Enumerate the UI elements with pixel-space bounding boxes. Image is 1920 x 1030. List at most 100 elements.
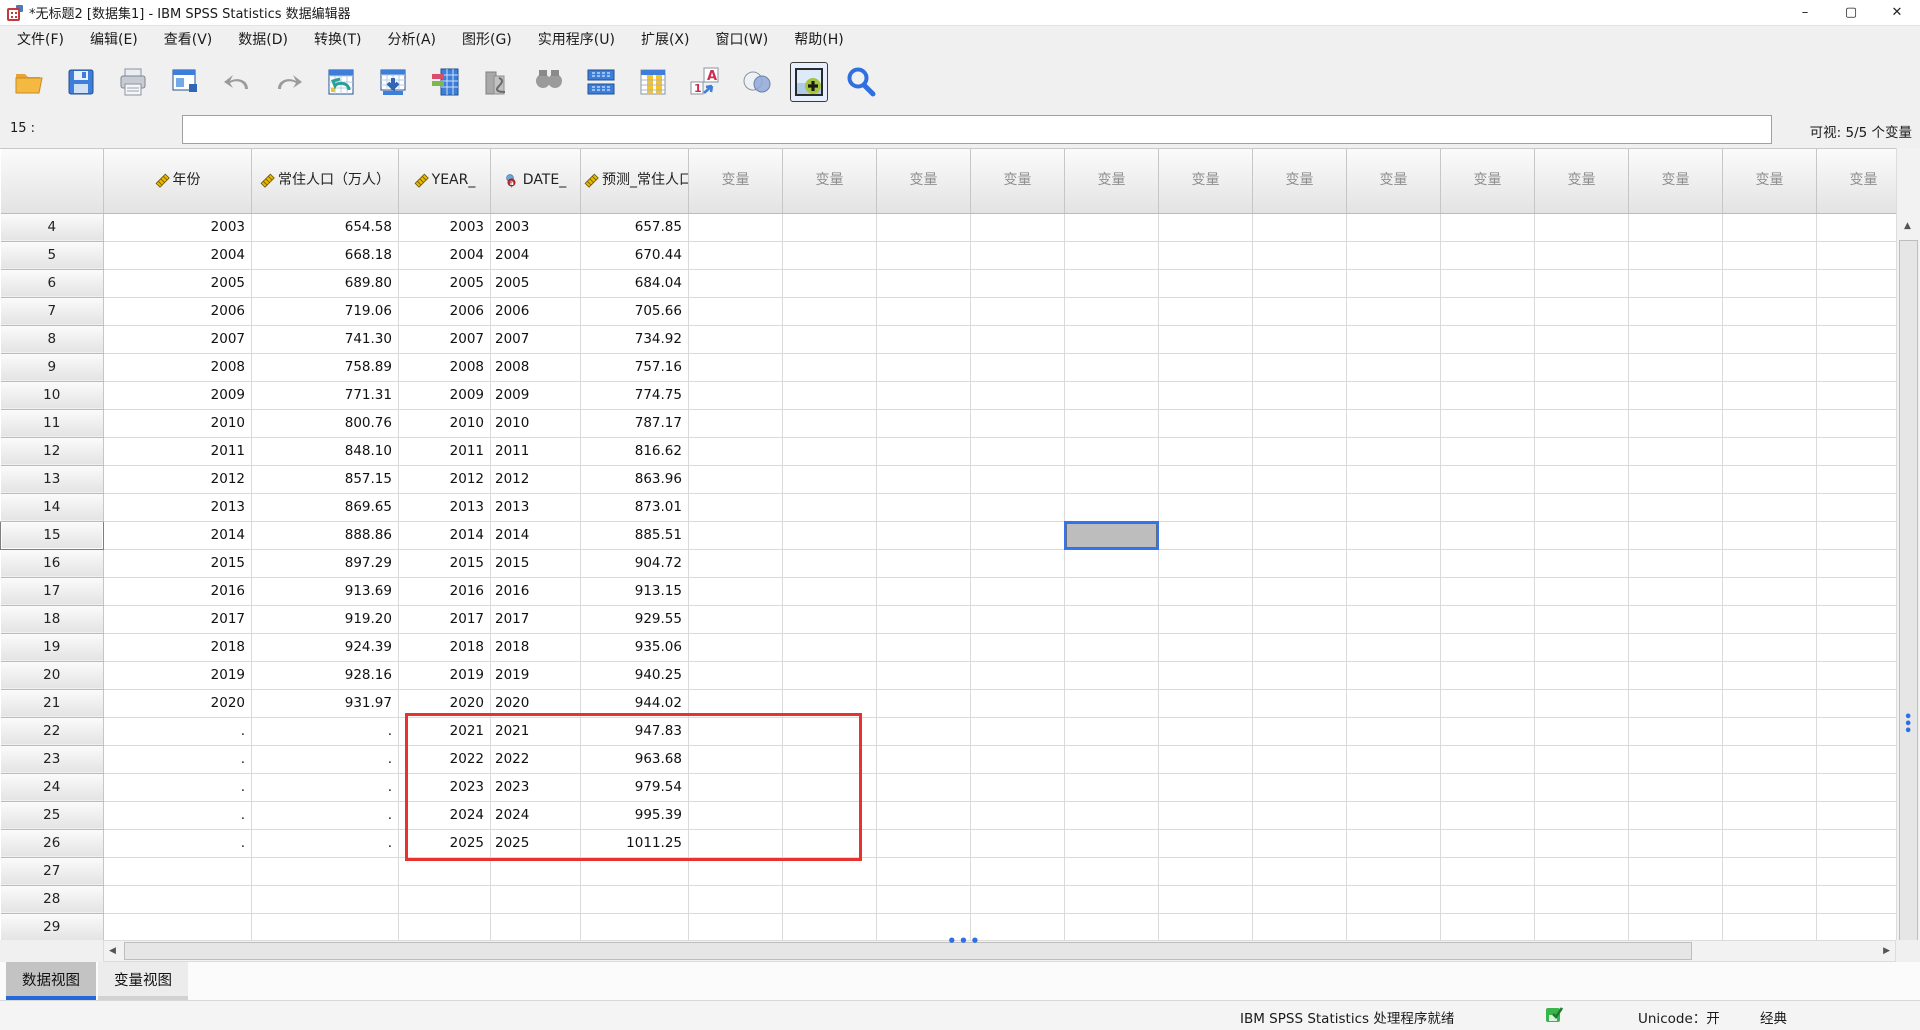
cell-empty[interactable] [782, 353, 877, 382]
cell-empty[interactable] [1534, 605, 1629, 634]
cell-empty[interactable] [876, 661, 971, 690]
cell-empty[interactable] [1346, 661, 1441, 690]
cell-empty[interactable] [782, 829, 877, 858]
cell-empty[interactable] [688, 409, 783, 438]
cell-empty[interactable] [1064, 325, 1159, 354]
cell[interactable]: 2013 [490, 493, 581, 522]
cell-empty[interactable] [1816, 465, 1896, 494]
cell[interactable]: . [251, 745, 399, 774]
cell-empty[interactable] [970, 353, 1065, 382]
cell[interactable]: 904.72 [580, 549, 689, 578]
cell-empty[interactable] [1252, 381, 1347, 410]
cell[interactable]: 2015 [398, 549, 491, 578]
use-variable-sets-icon[interactable] [790, 62, 828, 102]
cell-empty[interactable] [1816, 241, 1896, 270]
cell-empty[interactable] [1722, 857, 1817, 886]
cell-empty[interactable] [1158, 689, 1253, 718]
cell-empty[interactable] [1252, 521, 1347, 550]
cell-empty[interactable] [1440, 885, 1535, 914]
cell-empty[interactable] [1064, 857, 1159, 886]
selected-cell[interactable] [1064, 521, 1159, 550]
cell-empty[interactable] [1816, 381, 1896, 410]
cell[interactable] [251, 857, 399, 886]
cell-empty[interactable] [1816, 213, 1896, 242]
cell-empty[interactable] [1064, 241, 1159, 270]
cell[interactable]: 757.16 [580, 353, 689, 382]
cell-empty[interactable] [1346, 381, 1441, 410]
cell-empty[interactable] [1064, 381, 1159, 410]
cell-empty[interactable] [1064, 213, 1159, 242]
cell-empty[interactable] [782, 801, 877, 830]
cell-empty[interactable] [1816, 745, 1896, 774]
cell[interactable]: 2021 [490, 717, 581, 746]
cell-empty[interactable] [970, 297, 1065, 326]
menu-item[interactable]: 编辑(E) [77, 26, 151, 52]
cell-empty[interactable] [1158, 269, 1253, 298]
cell-empty[interactable] [1252, 801, 1347, 830]
row-header-cell[interactable]: 21 [0, 689, 104, 718]
cell-empty[interactable] [1440, 689, 1535, 718]
menu-item[interactable]: 分析(A) [374, 26, 449, 52]
cell[interactable]: 668.18 [251, 241, 399, 270]
cell[interactable]: 2024 [398, 801, 491, 830]
cell-empty[interactable] [1722, 213, 1817, 242]
column-header-placeholder[interactable]: 变量 [1158, 149, 1253, 214]
cell-empty[interactable] [876, 493, 971, 522]
cell-empty[interactable] [1534, 885, 1629, 914]
scroll-up-icon[interactable]: ▲ [1904, 216, 1911, 236]
cell-empty[interactable] [1628, 353, 1723, 382]
cell[interactable]: 2008 [490, 353, 581, 382]
row-header-cell[interactable]: 17 [0, 577, 104, 606]
cell-empty[interactable] [1346, 521, 1441, 550]
cell-empty[interactable] [1628, 913, 1723, 940]
cell-empty[interactable] [1628, 409, 1723, 438]
cell-empty[interactable] [1722, 437, 1817, 466]
tab-variable-view[interactable]: 变量视图 [98, 962, 188, 1000]
cell-empty[interactable] [876, 773, 971, 802]
cell-empty[interactable] [1722, 801, 1817, 830]
cell-empty[interactable] [782, 521, 877, 550]
cell-empty[interactable] [1346, 857, 1441, 886]
cell-empty[interactable] [1158, 717, 1253, 746]
redo-icon[interactable] [270, 62, 308, 102]
cell-empty[interactable] [1722, 269, 1817, 298]
cell-empty[interactable] [1534, 549, 1629, 578]
cell-empty[interactable] [1346, 437, 1441, 466]
cell[interactable]: 2011 [103, 437, 252, 466]
cell[interactable]: 2009 [490, 381, 581, 410]
cell-empty[interactable] [876, 829, 971, 858]
row-header-cell[interactable]: 15 [0, 520, 104, 550]
cell-empty[interactable] [688, 465, 783, 494]
cell-empty[interactable] [1816, 269, 1896, 298]
row-header-cell[interactable]: 24 [0, 773, 104, 802]
cell-empty[interactable] [1628, 829, 1723, 858]
cell-empty[interactable] [688, 325, 783, 354]
cell[interactable]: 857.15 [251, 465, 399, 494]
cell-empty[interactable] [1628, 633, 1723, 662]
cell-empty[interactable] [876, 437, 971, 466]
cell-empty[interactable] [1722, 773, 1817, 802]
cell[interactable]: 2014 [490, 521, 581, 550]
cell-empty[interactable] [1064, 689, 1159, 718]
cell[interactable]: 913.69 [251, 577, 399, 606]
cell-empty[interactable] [1158, 381, 1253, 410]
row-header-cell[interactable]: 14 [0, 493, 104, 522]
row-header-cell[interactable]: 7 [0, 297, 104, 326]
cell-empty[interactable] [1064, 409, 1159, 438]
cell[interactable]: 2022 [398, 745, 491, 774]
cell[interactable]: 2017 [490, 605, 581, 634]
cell-empty[interactable] [1534, 773, 1629, 802]
cell[interactable] [398, 913, 491, 940]
cell-empty[interactable] [1534, 409, 1629, 438]
cell-empty[interactable] [1628, 857, 1723, 886]
cell-empty[interactable] [1252, 409, 1347, 438]
cell-empty[interactable] [1628, 269, 1723, 298]
cell-empty[interactable] [688, 885, 783, 914]
cell-empty[interactable] [1534, 829, 1629, 858]
cell-empty[interactable] [1252, 745, 1347, 774]
row-header-cell[interactable]: 27 [0, 857, 104, 886]
cell-empty[interactable] [970, 661, 1065, 690]
row-header-cell[interactable]: 6 [0, 269, 104, 298]
cell-empty[interactable] [970, 381, 1065, 410]
cell-empty[interactable] [1346, 689, 1441, 718]
